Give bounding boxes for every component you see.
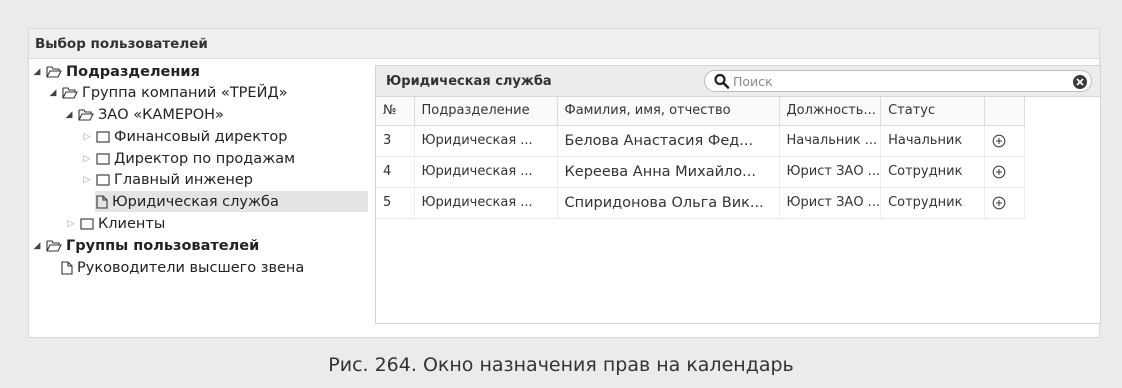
clear-search-icon[interactable] [1072,74,1088,90]
window-body: ◢ Подразделения ◢ Группа компаний «ТРЕЙД… [29,59,1101,338]
cell-full-name: Кереева Анна Михайло... [557,156,780,188]
tree-label: Клиенты [98,215,166,232]
user-selection-window: Выбор пользователей ◢ Подразделения ◢ Гр… [28,28,1101,338]
triangle-down-icon[interactable]: ◢ [47,87,59,99]
folder-closed-icon [96,152,110,165]
folder-open-icon [46,239,62,252]
cell-department: Юридическая ... [414,187,558,219]
document-icon [61,260,73,275]
panel-title: Юридическая служба [386,74,552,89]
column-header-position[interactable]: Должность... [779,97,882,126]
column-header-full-name[interactable]: Фамилия, имя, отчество [557,97,780,126]
cell-number: 3 [376,125,415,157]
cell-add [984,156,1026,188]
cell-department: Юридическая ... [414,125,558,157]
add-circle-icon[interactable] [992,196,1006,210]
folder-open-icon [62,86,78,99]
cell-full-name: Спиридонова Ольга Вик... [557,187,780,219]
figure-caption: Рис. 264. Окно назначения прав на календ… [328,354,794,376]
table-row[interactable]: 3 Юридическая ... Белова Анастасия Фед..… [376,125,1026,157]
search-icon[interactable] [713,73,731,89]
cell-add [984,187,1026,219]
cell-status: Начальник [880,125,986,157]
table-header-row: № Подразделение Фамилия, имя, отчество Д… [376,97,1026,126]
tree-label: Финансовый директор [114,128,288,145]
tree-label: Руководители высшего звена [77,259,305,276]
column-header-actions [984,97,1026,126]
folder-closed-icon [80,217,94,230]
triangle-down-icon[interactable]: ◢ [63,109,75,121]
tree-node-sales-director[interactable]: ▷ Директор по продажам [81,148,296,169]
cell-status: Сотрудник [880,187,986,219]
cell-status: Сотрудник [880,156,986,188]
folder-closed-icon [96,173,110,186]
triangle-right-icon[interactable]: ▷ [81,174,93,186]
panel-toolbar: Юридическая служба [376,66,1100,97]
add-circle-icon[interactable] [992,165,1006,179]
cell-full-name: Белова Анастасия Фед... [557,125,780,157]
tree-label: Группы пользователей [66,237,260,254]
table-row[interactable]: 5 Юридическая ... Спиридонова Ольга Вик.… [376,187,1026,219]
tree-node-clients[interactable]: ▷ Клиенты [65,213,166,234]
cell-number: 5 [376,187,415,219]
tree-label: Подразделения [66,63,200,80]
column-header-department[interactable]: Подразделение [414,97,558,126]
tree-node-user-groups[interactable]: ◢ Группы пользователей [31,235,260,256]
search-box[interactable] [704,70,1092,92]
column-header-status[interactable]: Статус [880,97,986,126]
triangle-right-icon[interactable]: ▷ [81,153,93,165]
cell-department: Юридическая ... [414,156,558,188]
cell-position: Начальник ... [779,125,882,157]
triangle-down-icon[interactable]: ◢ [31,66,43,78]
folder-open-icon [78,108,94,121]
users-panel: Юридическая служба Поиск № Подразделение… [375,65,1101,324]
folder-closed-icon [96,130,110,143]
add-circle-icon[interactable] [992,134,1006,148]
triangle-right-icon[interactable]: ▷ [81,131,93,143]
tree-label: Директор по продажам [114,150,296,167]
departments-tree: ◢ Подразделения ◢ Группа компаний «ТРЕЙД… [29,59,369,338]
tree-label: Главный инженер [114,171,253,188]
document-icon [96,194,108,209]
tree-label: Юридическая служба [112,193,279,210]
cell-position: Юрист ЗАО ... [779,156,882,188]
tree-node-top-managers[interactable]: Руководители высшего звена [61,257,304,278]
tree-label: ЗАО «КАМЕРОН» [98,106,224,123]
column-header-number[interactable]: № [376,97,415,126]
cell-number: 4 [376,156,415,188]
tree-node-chief-engineer[interactable]: ▷ Главный инженер [81,169,253,190]
tree-node-legal-service[interactable]: Юридическая служба [95,191,368,212]
search-input[interactable] [733,73,1033,89]
tree-node-cameron[interactable]: ◢ ЗАО «КАМЕРОН» [63,104,224,125]
tree-label: Группа компаний «ТРЕЙД» [82,84,288,101]
cell-add [984,125,1026,157]
tree-node-group-trade[interactable]: ◢ Группа компаний «ТРЕЙД» [47,82,288,103]
triangle-right-icon[interactable]: ▷ [65,218,77,230]
folder-open-icon [46,65,62,78]
tree-node-departments[interactable]: ◢ Подразделения [31,61,200,82]
triangle-down-icon[interactable]: ◢ [31,240,43,252]
tree-node-finance-director[interactable]: ▷ Финансовый директор [81,126,288,147]
table-row[interactable]: 4 Юридическая ... Кереева Анна Михайло..… [376,156,1026,188]
users-table: № Подразделение Фамилия, имя, отчество Д… [376,97,1026,219]
window-title: Выбор пользователей [29,29,1099,59]
cell-position: Юрист ЗАО ... [779,187,882,219]
